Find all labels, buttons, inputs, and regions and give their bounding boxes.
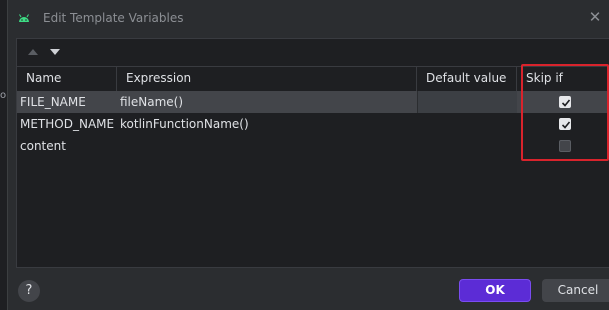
edit-template-variables-dialog: Edit Template Variables ✕ Name Expressio… — [7, 0, 609, 310]
dialog-title: Edit Template Variables — [43, 11, 184, 25]
ok-button[interactable]: OK — [459, 279, 531, 302]
column-header-expression[interactable]: Expression — [117, 67, 417, 91]
android-icon — [18, 12, 30, 22]
variable-expression[interactable]: fileName() — [120, 91, 416, 113]
variable-name[interactable]: METHOD_NAME — [20, 113, 116, 135]
column-header-name[interactable]: Name — [17, 67, 117, 91]
variable-default-value[interactable] — [417, 135, 517, 157]
arrow-down-icon[interactable] — [47, 45, 63, 59]
cancel-button[interactable]: Cancel — [542, 279, 609, 302]
variable-name[interactable]: FILE_NAME — [20, 91, 116, 113]
variable-name[interactable]: content — [20, 135, 116, 157]
help-button[interactable]: ? — [18, 280, 40, 302]
dialog-titlebar[interactable]: Edit Template Variables ✕ — [8, 0, 609, 36]
variable-expression[interactable] — [120, 135, 416, 157]
background-left-strip: o — [0, 0, 7, 310]
arrow-up-icon[interactable] — [25, 45, 41, 59]
close-button[interactable]: ✕ — [586, 8, 604, 26]
variable-default-value[interactable] — [417, 91, 517, 113]
variable-default-value[interactable] — [417, 113, 517, 135]
background-left-char: o — [0, 90, 7, 101]
skip-if-defined-highlight — [521, 64, 609, 161]
column-header-default-value[interactable]: Default value — [417, 67, 517, 91]
variable-expression[interactable]: kotlinFunctionName() — [120, 113, 416, 135]
table-toolbar — [17, 39, 609, 66]
